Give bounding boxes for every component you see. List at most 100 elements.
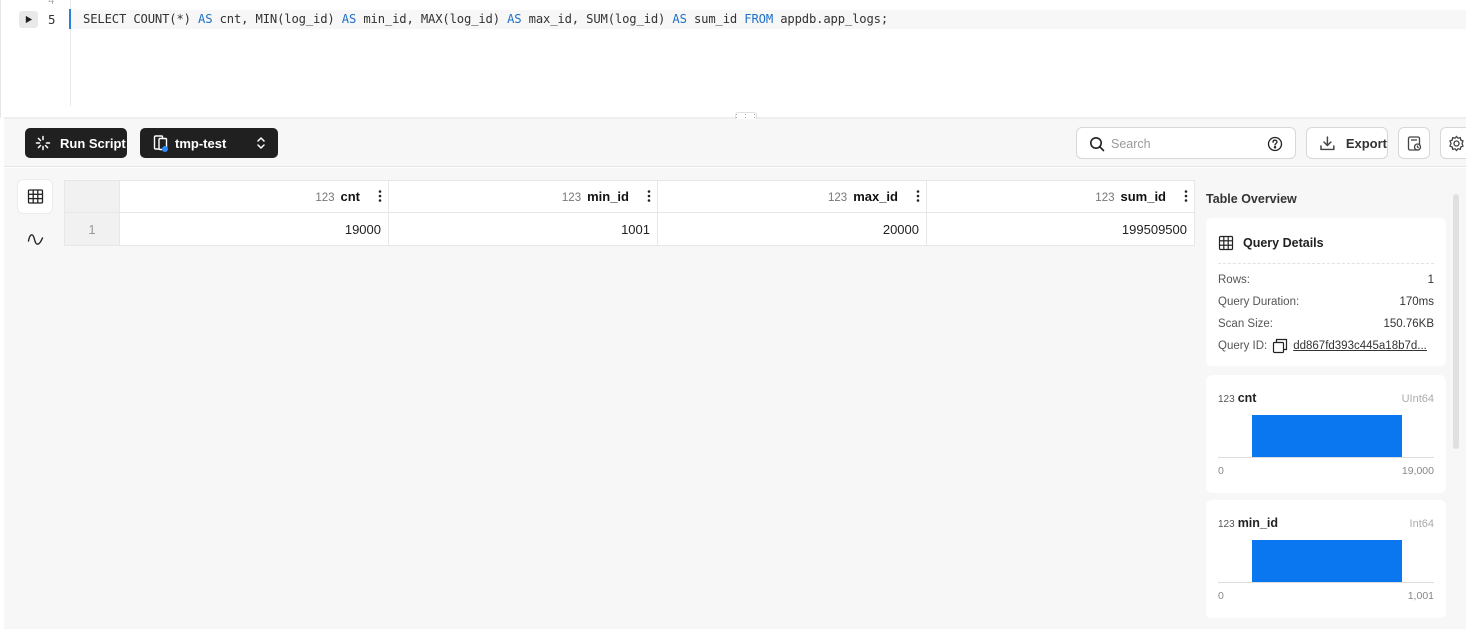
export-label: Export — [1345, 135, 1387, 151]
sql-keyword: FROM — [744, 12, 773, 26]
help-icon[interactable] — [1267, 136, 1283, 152]
column-header-sum-id[interactable]: 123 sum_id — [926, 180, 1195, 213]
column-header-min-id[interactable]: 123 min_id — [388, 180, 658, 213]
line-number-prev: 4 — [48, 0, 55, 7]
table-cell[interactable]: 199509500 — [926, 212, 1195, 246]
stat-header: 123 cnt — [1218, 391, 1256, 405]
results-table: 123 cnt 123 min_id 123 max_id 123 sum_id 1 1… — [64, 180, 1195, 246]
sql-keyword: AS — [672, 12, 687, 26]
sql-keyword: AS — [507, 12, 522, 26]
sql-text: appdb.app_logs; — [773, 12, 888, 26]
sql-text: cnt, MIN(log_id) — [212, 12, 342, 26]
sql-keyword: AS — [341, 12, 357, 26]
chart-view-button[interactable] — [18, 223, 52, 256]
column-name: cnt — [340, 189, 361, 204]
export-button[interactable]: Export — [1306, 127, 1388, 159]
sql-query-text[interactable]: SELECT COUNT(*) AS cnt, MIN(log_id) AS m… — [83, 12, 888, 26]
stat-column-name: min_id — [1237, 516, 1278, 530]
histogram-min-label: 0 — [1218, 590, 1224, 602]
table-cell[interactable]: 1001 — [388, 212, 658, 246]
sql-text: max_id, SUM(log_id) — [521, 12, 673, 26]
detail-duration: Query Duration: 170ms — [1206, 291, 1446, 313]
stat-column-type: UInt64 — [1401, 393, 1434, 405]
detail-label: Scan Size: — [1218, 318, 1273, 330]
histogram-axis — [1218, 582, 1434, 583]
clipboard-clock-icon — [1407, 135, 1421, 151]
search-icon — [1090, 137, 1105, 152]
type-badge: 123 — [315, 192, 335, 204]
settings-button[interactable] — [1440, 127, 1466, 159]
histogram-max-label: 1,001 — [1407, 590, 1434, 602]
table-view-button[interactable] — [18, 180, 52, 213]
play-icon — [25, 15, 33, 24]
column-header-cnt[interactable]: 123 cnt — [119, 180, 389, 213]
gear-icon — [1448, 135, 1464, 151]
detail-label: Rows: — [1218, 274, 1250, 286]
overview-title: Table Overview — [1206, 192, 1297, 206]
type-badge: 123 — [1218, 394, 1235, 405]
row-index-header — [64, 180, 120, 213]
header-row: 123 cnt 123 min_id 123 max_id 123 sum_id — [64, 180, 1195, 213]
column-menu-icon[interactable] — [916, 189, 920, 203]
sql-editor[interactable]: 4 5 SELECT COUNT(*) AS cnt, MIN(log_id) … — [0, 0, 1466, 118]
editor-gutter: 4 5 — [1, 0, 71, 106]
detail-scan-size: Scan Size: 150.76KB — [1206, 313, 1446, 335]
run-script-label: Run Script — [60, 135, 126, 151]
overview-scrollbar[interactable] — [1453, 194, 1459, 449]
database-icon — [153, 135, 168, 152]
run-line-button[interactable] — [19, 11, 38, 28]
column-stat-card-min-id: 123 min_id Int64 0 1,001 — [1206, 500, 1446, 618]
histogram-bar — [1252, 415, 1402, 457]
stat-column-type: Int64 — [1409, 518, 1434, 530]
results-toolbar: Run Script tmp-test Search Export — [4, 119, 1466, 167]
table-grid-icon — [27, 189, 43, 204]
wave-chart-icon — [27, 234, 43, 245]
detail-query-id: Query ID: dd867fd393c445a18b7d... — [1206, 335, 1446, 357]
type-badge: 123 — [561, 192, 582, 204]
histogram-max-label: 19,000 — [1401, 465, 1434, 477]
chevron-up-down-icon — [257, 137, 265, 149]
detail-label: Query Duration: — [1218, 296, 1300, 308]
app-root: 4 5 SELECT COUNT(*) AS cnt, MIN(log_id) … — [0, 0, 1466, 629]
column-header-max-id[interactable]: 123 max_id — [657, 180, 927, 213]
detail-value: 150.76KB — [1383, 318, 1434, 330]
column-name: max_id — [853, 189, 898, 204]
histogram-bar — [1252, 540, 1402, 582]
detail-value: 170ms — [1399, 296, 1434, 308]
copy-icon[interactable] — [1272, 338, 1288, 354]
histogram-axis — [1218, 457, 1434, 458]
database-selector[interactable]: tmp-test — [140, 128, 278, 158]
detail-value: 1 — [1427, 274, 1434, 286]
stat-header: 123 min_id — [1218, 516, 1278, 530]
stat-column-name: cnt — [1237, 391, 1257, 405]
query-id-link[interactable]: dd867fd393c445a18b7d... — [1293, 340, 1427, 352]
database-name: tmp-test — [175, 135, 227, 151]
table-cell[interactable]: 20000 — [657, 212, 927, 246]
column-menu-icon[interactable] — [647, 189, 651, 203]
sql-text: min_id, MAX(log_id) — [356, 12, 508, 26]
type-badge: 123 — [1095, 192, 1115, 204]
table-grid-icon — [1218, 235, 1234, 251]
column-menu-icon[interactable] — [378, 189, 382, 203]
sql-keyword: AS — [198, 12, 213, 26]
sql-text: sum_id — [686, 12, 745, 26]
detail-rows: Rows: 1 — [1206, 269, 1446, 291]
column-name: sum_id — [1120, 189, 1166, 204]
query-details-title: Query Details — [1243, 236, 1324, 250]
detail-label: Query ID: — [1218, 340, 1268, 352]
run-script-button[interactable]: Run Script — [25, 128, 127, 158]
view-switcher — [18, 180, 52, 266]
search-input[interactable] — [1111, 135, 1261, 153]
table-cell[interactable]: 19000 — [119, 212, 389, 246]
divider — [1218, 263, 1434, 264]
query-id-group: dd867fd393c445a18b7d... — [1267, 338, 1427, 354]
download-icon — [1320, 135, 1335, 150]
history-button[interactable] — [1398, 127, 1430, 159]
active-line-marker — [69, 9, 71, 29]
type-badge: 123 — [1218, 519, 1235, 530]
run-spinner-icon — [35, 135, 51, 151]
histogram-min-label: 0 — [1218, 465, 1224, 477]
column-menu-icon[interactable] — [1184, 189, 1188, 203]
search-box[interactable] — [1076, 127, 1296, 159]
sql-text: SELECT COUNT(*) — [83, 12, 198, 26]
